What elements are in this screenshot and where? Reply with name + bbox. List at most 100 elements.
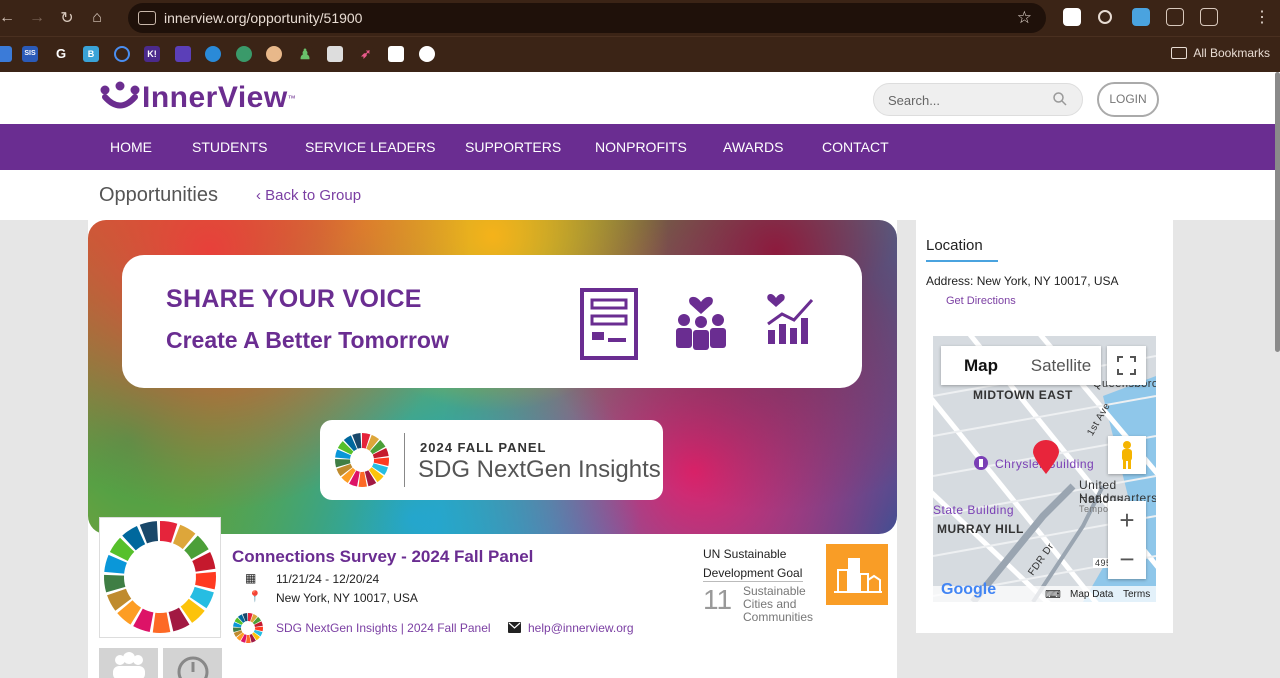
bookmark-star-icon[interactable]: ☆ — [1017, 8, 1032, 28]
banner-subheadline: Create A Better Tomorrow — [166, 327, 449, 353]
bookmark-icon[interactable]: B — [83, 46, 99, 62]
panel-card: 2024 FALL PANEL SDG NextGen Insights — [320, 420, 663, 500]
bookmark-icon[interactable] — [266, 46, 282, 62]
bookmark-icon[interactable] — [0, 46, 12, 62]
bookmark-icon[interactable] — [205, 46, 221, 62]
group-avatar-icon[interactable] — [232, 612, 264, 644]
bookmark-icon[interactable] — [236, 46, 252, 62]
url-text: innerview.org/opportunity/51900 — [164, 10, 363, 26]
opportunity-thumbnail[interactable] — [99, 517, 221, 638]
sdg-wheel-segment — [195, 571, 216, 590]
zoom-in-button[interactable]: + — [1108, 501, 1146, 540]
extensions-puzzle-icon[interactable] — [1200, 8, 1218, 26]
address-bar[interactable]: innerview.org/opportunity/51900 ☆ — [128, 3, 1046, 33]
map-label-state-building: State Building — [933, 503, 1015, 517]
hours-tile[interactable] — [163, 648, 222, 678]
back-icon[interactable]: ← — [0, 9, 22, 27]
more-menu-icon[interactable]: ⋮ — [1254, 7, 1270, 27]
map-data-link[interactable]: Map Data — [1070, 589, 1113, 600]
nav-item-students[interactable]: STUDENTS — [192, 139, 267, 155]
search-input[interactable]: Search... — [873, 83, 1083, 116]
login-button[interactable]: LOGIN — [1097, 82, 1159, 117]
sdg-wheel-icon — [104, 521, 216, 633]
innerview-logo[interactable]: InnerView ™ — [98, 80, 296, 116]
logo-text: InnerView — [142, 81, 288, 114]
zoom-out-button[interactable]: − — [1108, 540, 1146, 579]
logo-mark-icon — [100, 81, 140, 109]
site-info-icon[interactable] — [138, 11, 156, 25]
bookmark-icon[interactable]: SIS — [22, 46, 38, 62]
nav-item-supporters[interactable]: SUPPORTERS — [465, 139, 561, 155]
search-placeholder: Search... — [888, 93, 941, 108]
sdg-label-line1: UN Sustainable — [703, 547, 787, 561]
nav-item-home[interactable]: HOME — [110, 139, 152, 155]
sdg-label: UN Sustainable Development Goal — [703, 545, 802, 583]
extension-icon[interactable] — [1063, 8, 1081, 26]
location-title: Location — [926, 237, 983, 254]
nav-item-awards[interactable]: AWARDS — [723, 139, 783, 155]
bookmark-icon[interactable] — [388, 46, 404, 62]
location-sidebar: Location Address: New York, NY 10017, US… — [916, 220, 1173, 633]
growth-chart-icon — [767, 293, 814, 344]
location-map[interactable]: MIDTOWN EAST Queensboro 1st Ave Chrysler… — [933, 336, 1156, 602]
sdg-number: 11 — [703, 584, 733, 615]
zoom-controls: + − — [1108, 501, 1146, 579]
search-icon[interactable] — [1052, 91, 1068, 107]
all-bookmarks-label: All Bookmarks — [1193, 46, 1270, 60]
landmark-icon[interactable] — [974, 456, 988, 470]
bookmark-icon[interactable] — [114, 46, 130, 62]
page-subheader: Opportunities ‹ Back to Group — [0, 170, 1280, 220]
street-view-button[interactable] — [1108, 436, 1146, 474]
map-tab-satellite[interactable]: Satellite — [1021, 346, 1101, 385]
opportunity-content: SHARE YOUR VOICE Create A Better Tomorro… — [88, 220, 897, 678]
fullscreen-icon — [1117, 356, 1136, 375]
reload-icon[interactable]: ↻ — [52, 8, 82, 28]
browser-toolbar: ← → ↻ ⌂ innerview.org/opportunity/51900 … — [0, 0, 1280, 36]
community-heart-icon — [676, 296, 726, 350]
bookmark-icon[interactable]: ➶ — [358, 46, 374, 62]
forward-icon[interactable]: → — [22, 9, 52, 27]
map-label-murray-hill: MURRAY HILL — [937, 522, 1024, 536]
bookmark-icon[interactable]: ♟ — [297, 46, 313, 62]
bookmark-icon[interactable] — [419, 46, 435, 62]
page-scrollbar[interactable] — [1275, 72, 1280, 352]
sdg-11-tile[interactable] — [826, 544, 888, 605]
sdg-wheel-segment — [152, 612, 171, 633]
panel-card-divider — [404, 433, 405, 487]
banner-headline: SHARE YOUR VOICE — [166, 285, 422, 313]
keyboard-icon[interactable]: ⌨ — [1045, 588, 1061, 601]
people-icon — [113, 652, 145, 678]
location-address: Address: New York, NY 10017, USA — [926, 274, 1119, 288]
extension-icon[interactable] — [1098, 10, 1112, 24]
fullscreen-button[interactable] — [1107, 346, 1146, 385]
location-title-underline — [926, 260, 998, 262]
sdg-name: Sustainable Cities and Communities — [743, 585, 813, 624]
map-type-toggle: Map Satellite — [941, 346, 1101, 385]
nav-item-service-leaders[interactable]: SERVICE LEADERS — [305, 139, 435, 155]
survey-form-icon — [580, 288, 638, 360]
map-label-midtown-east: MIDTOWN EAST — [973, 388, 1073, 402]
extension-icon[interactable] — [1132, 8, 1150, 26]
map-tab-map[interactable]: Map — [941, 346, 1021, 385]
get-directions-link[interactable]: Get Directions — [946, 295, 1016, 307]
nav-item-nonprofits[interactable]: NONPROFITS — [595, 139, 687, 155]
group-link[interactable]: SDG NextGen Insights | 2024 Fall Panel — [276, 621, 491, 635]
bookmark-icon[interactable] — [327, 46, 343, 62]
home-icon[interactable]: ⌂ — [82, 9, 112, 27]
sdg-divider — [703, 581, 803, 582]
extension-icon[interactable] — [1166, 8, 1184, 26]
contact-email-link[interactable]: help@innerview.org — [528, 621, 634, 635]
sdg-name-line3: Communities — [743, 610, 814, 624]
nav-item-contact[interactable]: CONTACT — [822, 139, 889, 155]
terms-link[interactable]: Terms — [1123, 589, 1150, 600]
all-bookmarks-button[interactable]: All Bookmarks — [1171, 46, 1270, 60]
bookmark-icon[interactable]: G — [53, 46, 69, 62]
back-to-group-link[interactable]: ‹ Back to Group — [256, 187, 361, 204]
opportunity-title: Connections Survey - 2024 Fall Panel — [232, 547, 534, 566]
logo-trademark: ™ — [287, 93, 296, 103]
bookmark-icon[interactable] — [175, 46, 191, 62]
bookmark-icon[interactable]: K! — [144, 46, 160, 62]
location-pin-icon: 📍 — [248, 591, 262, 603]
volunteers-tile[interactable] — [99, 648, 158, 678]
map-pin-icon[interactable] — [1033, 440, 1059, 474]
